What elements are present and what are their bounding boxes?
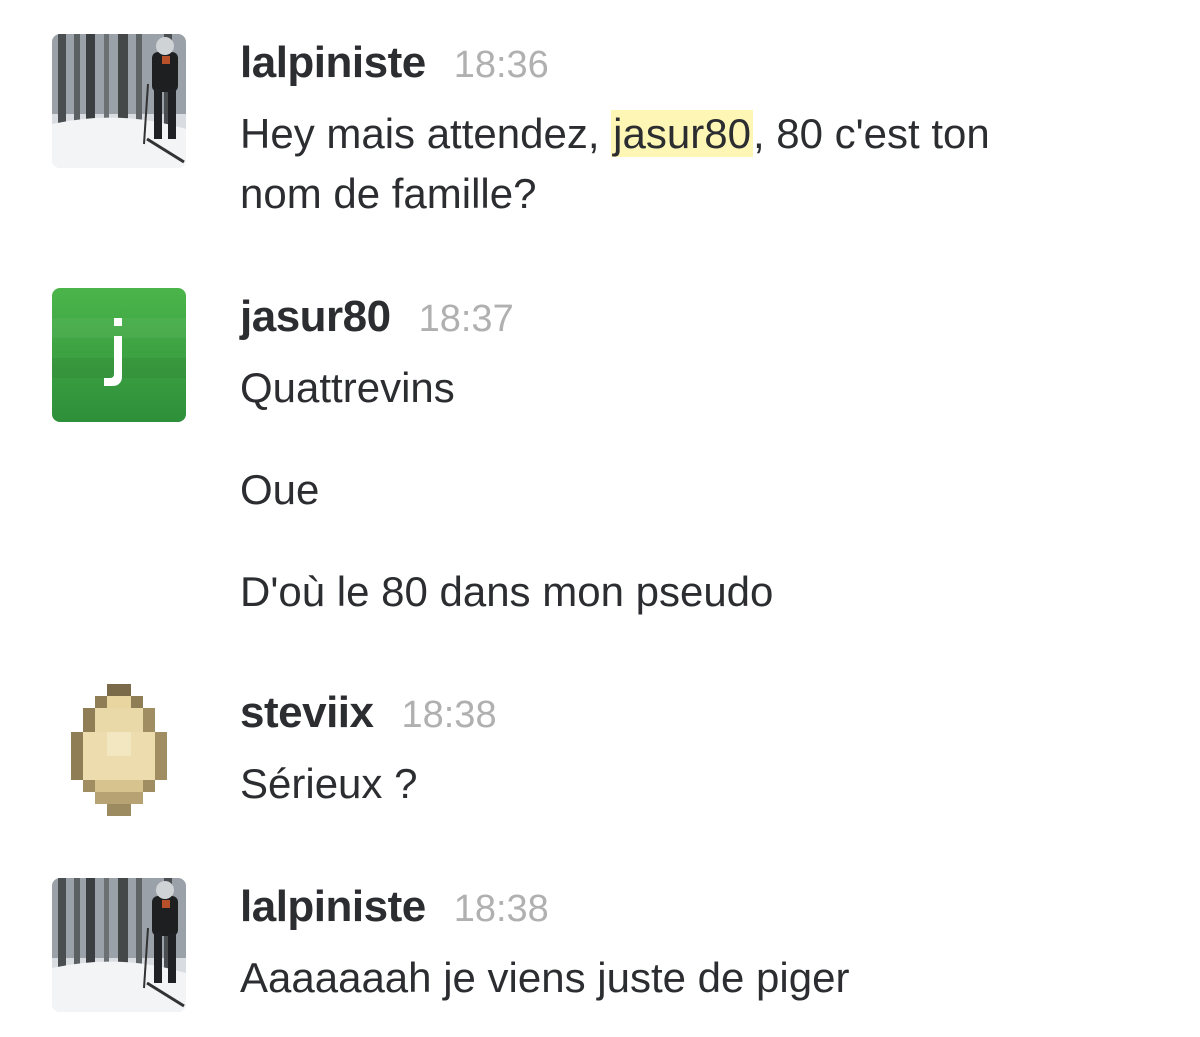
skier-photo-icon: [52, 34, 186, 168]
message-text: Sérieux ?: [240, 760, 418, 807]
timestamp[interactable]: 18:38: [454, 888, 549, 930]
egg-icon: [52, 684, 186, 818]
avatar[interactable]: [52, 878, 186, 1012]
timestamp[interactable]: 18:36: [454, 44, 549, 86]
avatar[interactable]: [52, 34, 186, 168]
username[interactable]: lalpiniste: [240, 882, 426, 931]
message-text: nom de famille?: [240, 170, 537, 217]
message-text: Aaaaaaah je viens juste de piger: [240, 954, 850, 1001]
message-header: steviix 18:38: [240, 688, 497, 738]
skier-photo-icon: [52, 878, 186, 1012]
avatar[interactable]: [52, 288, 186, 422]
username[interactable]: steviix: [240, 688, 374, 737]
timestamp[interactable]: 18:38: [401, 694, 496, 736]
letter-j-icon: [52, 288, 186, 422]
message-text: Quattrevins: [240, 364, 455, 411]
user-mention[interactable]: jasur80: [611, 110, 753, 157]
avatar[interactable]: [52, 684, 186, 818]
message-text: Oue: [240, 466, 320, 513]
message-header: jasur80 18:37: [240, 292, 514, 342]
timestamp[interactable]: 18:37: [419, 298, 514, 340]
message-header: lalpiniste 18:36: [240, 38, 549, 88]
message-header: lalpiniste 18:38: [240, 882, 549, 932]
message-text: D'où le 80 dans mon pseudo: [240, 568, 774, 615]
username[interactable]: jasur80: [240, 292, 391, 341]
username[interactable]: lalpiniste: [240, 38, 426, 87]
message-text: Hey mais attendez, jasur80, 80 c'est ton: [240, 110, 990, 157]
